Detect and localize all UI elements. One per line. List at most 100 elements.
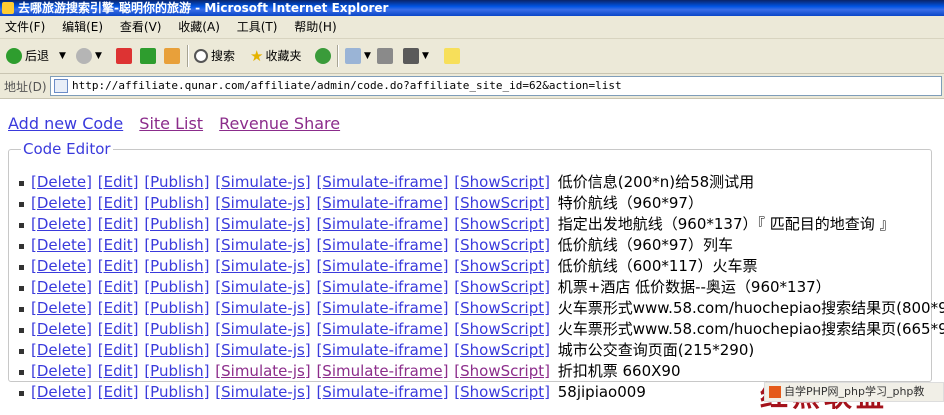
publish-link[interactable]: [Publish] [144,236,209,254]
simulate-js-link[interactable]: [Simulate-js] [215,299,310,317]
edit-link[interactable]: [Edit] [98,215,139,233]
code-list: [Delete] [Edit] [Publish] [Simulate-js] … [9,172,944,403]
publish-link[interactable]: [Publish] [144,194,209,212]
code-list-item: [Delete] [Edit] [Publish] [Simulate-js] … [9,256,929,277]
print-button[interactable] [377,46,396,66]
delete-link[interactable]: [Delete] [31,362,92,380]
show-script-link[interactable]: [ShowScript] [454,341,550,359]
publish-link[interactable]: [Publish] [144,341,209,359]
edit-link[interactable]: [Edit] [98,278,139,296]
menu-view[interactable]: 查看(V) [115,16,170,38]
history-button[interactable] [315,46,334,66]
simulate-iframe-link[interactable]: [Simulate-iframe] [316,173,448,191]
simulate-iframe-link[interactable]: [Simulate-iframe] [316,215,448,233]
favorites-button[interactable]: ★ 收藏夹 [250,46,301,66]
publish-link[interactable]: [Publish] [144,320,209,338]
back-label: 后退 [25,49,50,63]
simulate-js-link[interactable]: [Simulate-js] [215,341,310,359]
publish-link[interactable]: [Publish] [144,278,209,296]
delete-link[interactable]: [Delete] [31,320,92,338]
simulate-js-link[interactable]: [Simulate-js] [215,257,310,275]
search-icon [194,49,208,63]
menu-favorites[interactable]: 收藏(A) [173,16,228,38]
messenger-button[interactable] [444,46,463,66]
publish-link[interactable]: [Publish] [144,257,209,275]
publish-link[interactable]: [Publish] [144,383,209,401]
edit-link[interactable]: [Edit] [98,194,139,212]
delete-link[interactable]: [Delete] [31,173,92,191]
show-script-link[interactable]: [ShowScript] [454,278,550,296]
show-script-link[interactable]: [ShowScript] [454,173,550,191]
note-icon [444,48,460,64]
simulate-js-link[interactable]: [Simulate-js] [215,278,310,296]
simulate-iframe-link[interactable]: [Simulate-iframe] [316,278,448,296]
show-script-link[interactable]: [ShowScript] [454,215,550,233]
publish-link[interactable]: [Publish] [144,362,209,380]
menu-tools[interactable]: 工具(T) [232,16,286,38]
show-script-link[interactable]: [ShowScript] [454,194,550,212]
add-new-code-link[interactable]: Add new Code [8,114,123,133]
edit-link[interactable]: [Edit] [98,341,139,359]
menu-edit[interactable]: 编辑(E) [57,16,111,38]
publish-link[interactable]: [Publish] [144,173,209,191]
stop-button[interactable] [116,46,135,66]
delete-link[interactable]: [Delete] [31,341,92,359]
delete-link[interactable]: [Delete] [31,383,92,401]
favorites-label: 收藏夹 [265,49,302,63]
window-titlebar: 去哪旅游搜索引擎-聪明你的旅游 - Microsoft Internet Exp… [0,0,944,16]
refresh-button[interactable] [140,46,159,66]
simulate-iframe-link[interactable]: [Simulate-iframe] [316,362,448,380]
simulate-iframe-link[interactable]: [Simulate-iframe] [316,341,448,359]
show-script-link[interactable]: [ShowScript] [454,383,550,401]
forward-button[interactable]: ▼ [76,46,102,66]
simulate-iframe-link[interactable]: [Simulate-iframe] [316,257,448,275]
delete-link[interactable]: [Delete] [31,299,92,317]
simulate-iframe-link[interactable]: [Simulate-iframe] [316,236,448,254]
code-name: 指定出发地航线（960*137）『 匹配目的地查询 』 [557,215,895,233]
simulate-js-link[interactable]: [Simulate-js] [215,236,310,254]
edit-link[interactable]: [Edit] [98,299,139,317]
delete-link[interactable]: [Delete] [31,194,92,212]
delete-link[interactable]: [Delete] [31,257,92,275]
simulate-js-link[interactable]: [Simulate-js] [215,215,310,233]
show-script-link[interactable]: [ShowScript] [454,320,550,338]
mail-button[interactable]: ▼ [345,46,371,66]
edit-link[interactable]: [Edit] [98,383,139,401]
publish-link[interactable]: [Publish] [144,215,209,233]
simulate-iframe-link[interactable]: [Simulate-iframe] [316,320,448,338]
revenue-share-link[interactable]: Revenue Share [219,114,340,133]
simulate-js-link[interactable]: [Simulate-js] [215,320,310,338]
menu-help[interactable]: 帮助(H) [289,16,344,38]
delete-link[interactable]: [Delete] [31,236,92,254]
edit-page-button[interactable]: ▼ [403,46,429,66]
edit-link[interactable]: [Edit] [98,320,139,338]
code-editor-legend: Code Editor [23,140,111,158]
edit-link[interactable]: [Edit] [98,362,139,380]
edit-link[interactable]: [Edit] [98,173,139,191]
menu-file[interactable]: 文件(F) [0,16,53,38]
address-input[interactable]: http://affiliate.qunar.com/affiliate/adm… [50,76,942,96]
publish-link[interactable]: [Publish] [144,299,209,317]
search-button[interactable]: 搜索 [194,46,235,66]
delete-link[interactable]: [Delete] [31,278,92,296]
site-list-link[interactable]: Site List [139,114,203,133]
delete-link[interactable]: [Delete] [31,215,92,233]
simulate-js-link[interactable]: [Simulate-js] [215,362,310,380]
simulate-js-link[interactable]: [Simulate-js] [215,194,310,212]
code-name: 低价航线（960*97）列车 [557,236,733,254]
show-script-link[interactable]: [ShowScript] [454,236,550,254]
show-script-link[interactable]: [ShowScript] [454,299,550,317]
home-icon [164,48,180,64]
back-button[interactable]: 后退 ▼ [6,46,66,66]
show-script-link[interactable]: [ShowScript] [454,257,550,275]
show-script-link[interactable]: [ShowScript] [454,362,550,380]
simulate-js-link[interactable]: [Simulate-js] [215,383,310,401]
code-name: 火车票形式www.58.com/huochepiao搜索结果页(800*90) [557,299,944,317]
simulate-iframe-link[interactable]: [Simulate-iframe] [316,383,448,401]
simulate-js-link[interactable]: [Simulate-js] [215,173,310,191]
edit-link[interactable]: [Edit] [98,257,139,275]
edit-link[interactable]: [Edit] [98,236,139,254]
home-button[interactable] [164,46,183,66]
simulate-iframe-link[interactable]: [Simulate-iframe] [316,299,448,317]
simulate-iframe-link[interactable]: [Simulate-iframe] [316,194,448,212]
